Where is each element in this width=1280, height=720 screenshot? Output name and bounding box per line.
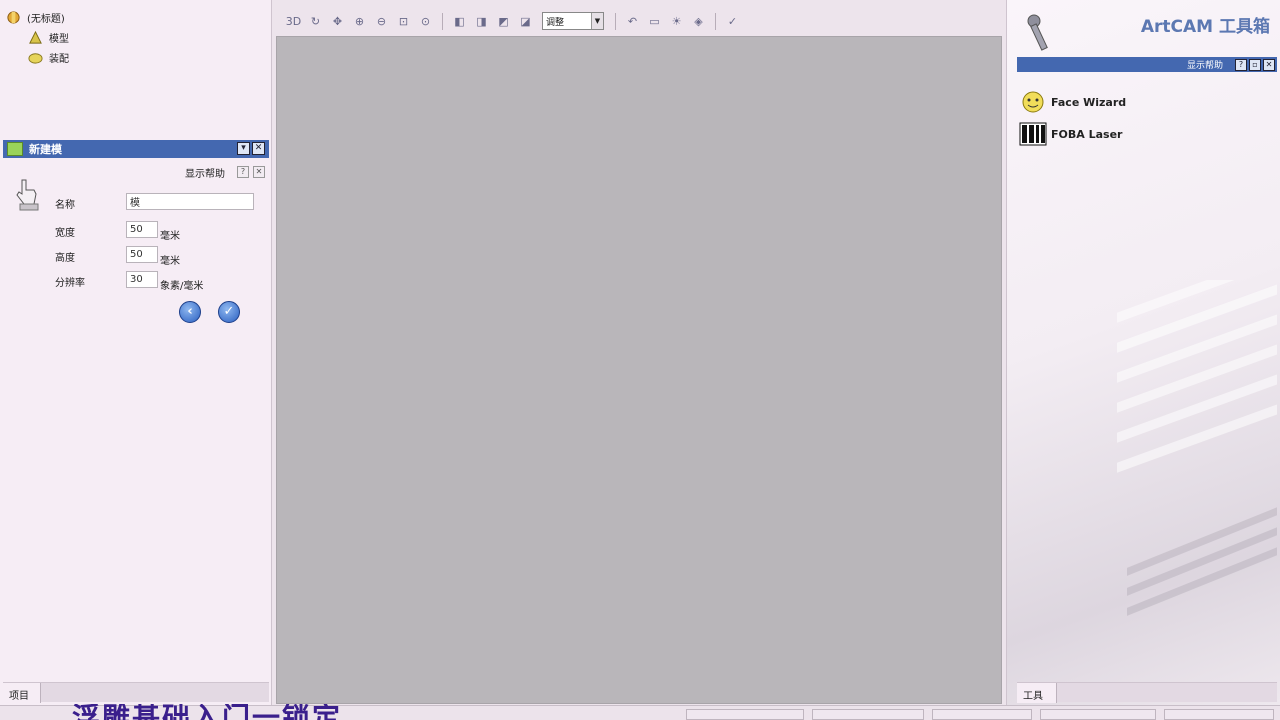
toolbar-separator — [442, 12, 443, 30]
resolution-label: 分辨率 — [55, 278, 85, 289]
toggle-tools-icon[interactable]: ✓ — [723, 12, 742, 31]
video-caption: 浮雕基础入门一锁定 — [72, 704, 342, 720]
keyboard-watermark-icon — [1117, 280, 1277, 616]
toolbox-header: 显示帮助 ? ▫ ✕ — [1017, 57, 1277, 72]
back-button[interactable]: ‹ — [179, 301, 201, 323]
face-wizard-icon — [1022, 91, 1044, 113]
toolbar-separator — [715, 12, 716, 30]
left-tabbar: 项目 — [3, 682, 269, 703]
tree-root-label: (无标题) — [27, 14, 65, 25]
foba-laser-icon — [1019, 122, 1047, 146]
show-help-link[interactable]: 显示帮助 — [185, 165, 225, 180]
name-label: 名称 — [55, 200, 75, 211]
view-iso-icon[interactable]: ◧ — [450, 12, 469, 31]
assembly-icon — [28, 53, 43, 64]
tree-root[interactable]: (无标题) — [6, 10, 65, 25]
tool-label: Face Wizard — [1051, 95, 1127, 109]
height-input[interactable] — [126, 246, 158, 263]
tab-toolbox[interactable]: 工具箱 — [1017, 683, 1057, 703]
create-model-title: 新建模 — [29, 143, 62, 156]
close-panel-button[interactable]: ✕ — [252, 142, 265, 155]
model-icon — [29, 30, 42, 44]
tree-item-assembly[interactable]: 装配 — [28, 50, 69, 65]
project-panel: (无标题) 模型 装配 新建模 ▾ ✕ 显示帮助 ? ✕ 名称 宽度 毫米 高度… — [0, 0, 272, 705]
close-help-icon[interactable]: ✕ — [253, 166, 265, 178]
tree-item-label: 模型 — [49, 34, 69, 45]
help-icon[interactable]: ? — [1235, 58, 1247, 71]
create-model-header: 新建模 ▾ ✕ — [3, 140, 269, 158]
zoom-in-icon[interactable]: ⊕ — [350, 12, 369, 31]
tool-foba-laser[interactable]: FOBA Laser — [1019, 122, 1122, 146]
light-icon[interactable]: ▭ — [645, 12, 664, 31]
status-cell — [932, 709, 1032, 720]
status-cell — [812, 709, 924, 720]
resolution-unit: 象素/毫米 — [160, 281, 204, 292]
tabbar-filler — [1057, 683, 1277, 702]
help-icon[interactable]: ? — [237, 166, 249, 178]
accept-button[interactable]: ✓ — [218, 301, 240, 323]
tabbar-filler — [41, 683, 269, 702]
status-cell — [1040, 709, 1156, 720]
status-cell — [1164, 709, 1274, 720]
width-unit: 毫米 — [160, 231, 180, 242]
close-icon[interactable]: ✕ — [1263, 58, 1275, 71]
status-cell — [686, 709, 804, 720]
view-toolbar: 3D ↻ ✥ ⊕ ⊖ ⊡ ⊙ ◧ ◨ ◩ ◪ 调整 ▼ ↶ ▭ ☀ ◈ ✓ — [276, 9, 1002, 33]
toolbox-help-link[interactable]: 显示帮助 — [1187, 58, 1223, 71]
zoom-box-icon[interactable]: ⊡ — [394, 12, 413, 31]
rotate-icon[interactable]: ↻ — [306, 12, 325, 31]
chevron-down-icon: ▼ — [591, 13, 603, 29]
lamp-icon[interactable]: ☀ — [667, 12, 686, 31]
zoom-select[interactable]: 调整 ▼ — [542, 12, 604, 30]
tree-item-label: 装配 — [49, 54, 69, 65]
wrench-brand-icon — [1027, 14, 1048, 51]
pan-icon[interactable]: ✥ — [328, 12, 347, 31]
new-model-icon — [7, 142, 23, 156]
view-top-icon[interactable]: ◪ — [516, 12, 535, 31]
name-input[interactable] — [126, 193, 254, 210]
tab-project[interactable]: 项目 — [3, 683, 41, 703]
toolbar-separator — [615, 12, 616, 30]
pin-button[interactable]: ▾ — [237, 142, 250, 155]
pin-icon[interactable]: ▫ — [1249, 58, 1261, 71]
view-canvas[interactable] — [276, 36, 1002, 704]
toolbox-brand: ArtCAM 工具箱 — [1140, 17, 1270, 37]
view-3d-button[interactable]: 3D — [284, 12, 303, 31]
height-label: 高度 — [55, 253, 75, 264]
width-input[interactable] — [126, 221, 158, 238]
project-icon — [7, 11, 20, 24]
tree-item-model[interactable]: 模型 — [28, 30, 69, 45]
pointer-hand-icon — [16, 179, 39, 211]
width-label: 宽度 — [55, 228, 75, 239]
height-unit: 毫米 — [160, 256, 180, 267]
material-icon[interactable]: ◈ — [689, 12, 708, 31]
zoom-select-value: 调整 — [546, 17, 565, 28]
toolbox-panel: ArtCAM 工具箱 显示帮助 ? ▫ ✕ Face Wizard FOBA L… — [1006, 0, 1280, 705]
undo-view-icon[interactable]: ↶ — [623, 12, 642, 31]
right-tabbar: 工具箱 — [1017, 682, 1277, 703]
zoom-out-icon[interactable]: ⊖ — [372, 12, 391, 31]
resolution-input[interactable] — [126, 271, 158, 288]
zoom-fit-icon[interactable]: ⊙ — [416, 12, 435, 31]
view-side-icon[interactable]: ◩ — [494, 12, 513, 31]
tool-face-wizard[interactable]: Face Wizard — [1019, 90, 1126, 114]
view-front-icon[interactable]: ◨ — [472, 12, 491, 31]
tool-label: FOBA Laser — [1051, 127, 1123, 141]
